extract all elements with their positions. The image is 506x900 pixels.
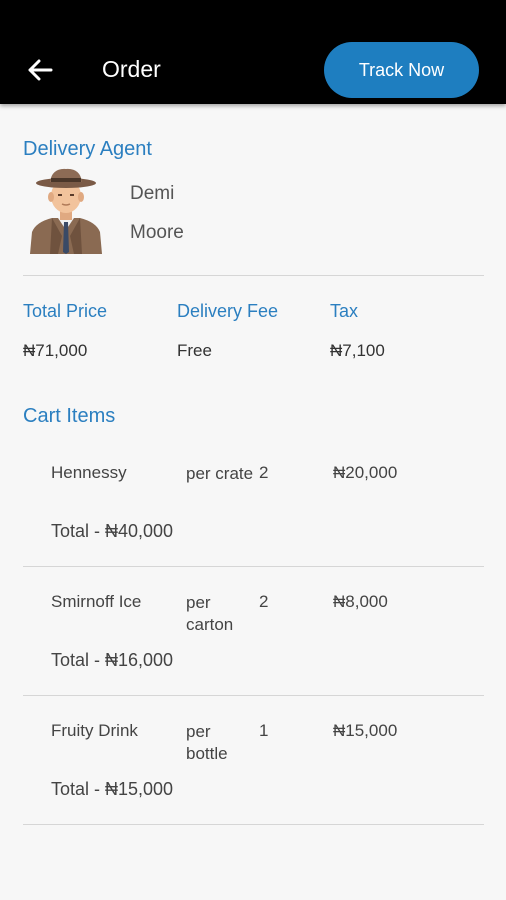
delivery-agent-heading: Delivery Agent — [23, 138, 152, 160]
item-quantity: 1 — [259, 721, 269, 740]
app-bar: Order Track Now — [0, 0, 506, 104]
item-total: Total - ₦15,000 — [51, 779, 174, 799]
divider — [23, 275, 484, 276]
delivery-fee-label: Delivery Fee — [177, 301, 279, 321]
total-price-value: ₦71,000 — [23, 341, 88, 360]
cart-items-heading: Cart Items — [23, 405, 116, 427]
divider — [23, 695, 484, 696]
detective-avatar-icon — [24, 166, 108, 254]
item-quantity: 2 — [259, 592, 269, 611]
total-price-label: Total Price — [23, 301, 108, 321]
cart-item-row[interactable]: Fruity Drink per bottle 1 ₦15,000 Total … — [0, 721, 506, 849]
arrow-left-icon — [28, 59, 53, 81]
page-title: Order — [102, 56, 161, 82]
item-unit: per bottle — [186, 722, 228, 763]
tax-label: Tax — [330, 301, 359, 321]
item-total: Total - ₦16,000 — [51, 650, 174, 670]
cart-item-row[interactable]: Smirnoff Ice per carton 2 ₦8,000 Total -… — [0, 592, 506, 720]
divider — [23, 824, 484, 825]
item-price: ₦15,000 — [333, 721, 398, 740]
item-price: ₦8,000 — [333, 592, 388, 611]
item-quantity: 2 — [259, 463, 269, 482]
cart-item-row[interactable]: Hennessy per crate 2 ₦20,000 Total - ₦40… — [0, 463, 506, 591]
track-now-button[interactable]: Track Now — [324, 42, 479, 98]
item-price: ₦20,000 — [333, 463, 398, 482]
tax-value: ₦7,100 — [330, 341, 385, 360]
agent-first-name: Demi — [130, 183, 175, 204]
item-name: Fruity Drink — [51, 721, 138, 740]
item-name: Smirnoff Ice — [51, 592, 142, 611]
divider — [23, 566, 484, 567]
back-button[interactable] — [24, 54, 56, 86]
item-unit: per carton — [186, 593, 234, 634]
item-unit: per crate — [186, 464, 254, 483]
item-total: Total - ₦40,000 — [51, 521, 174, 541]
item-name: Hennessy — [51, 463, 127, 482]
delivery-fee-value: Free — [177, 341, 212, 360]
agent-last-name: Moore — [130, 222, 184, 243]
